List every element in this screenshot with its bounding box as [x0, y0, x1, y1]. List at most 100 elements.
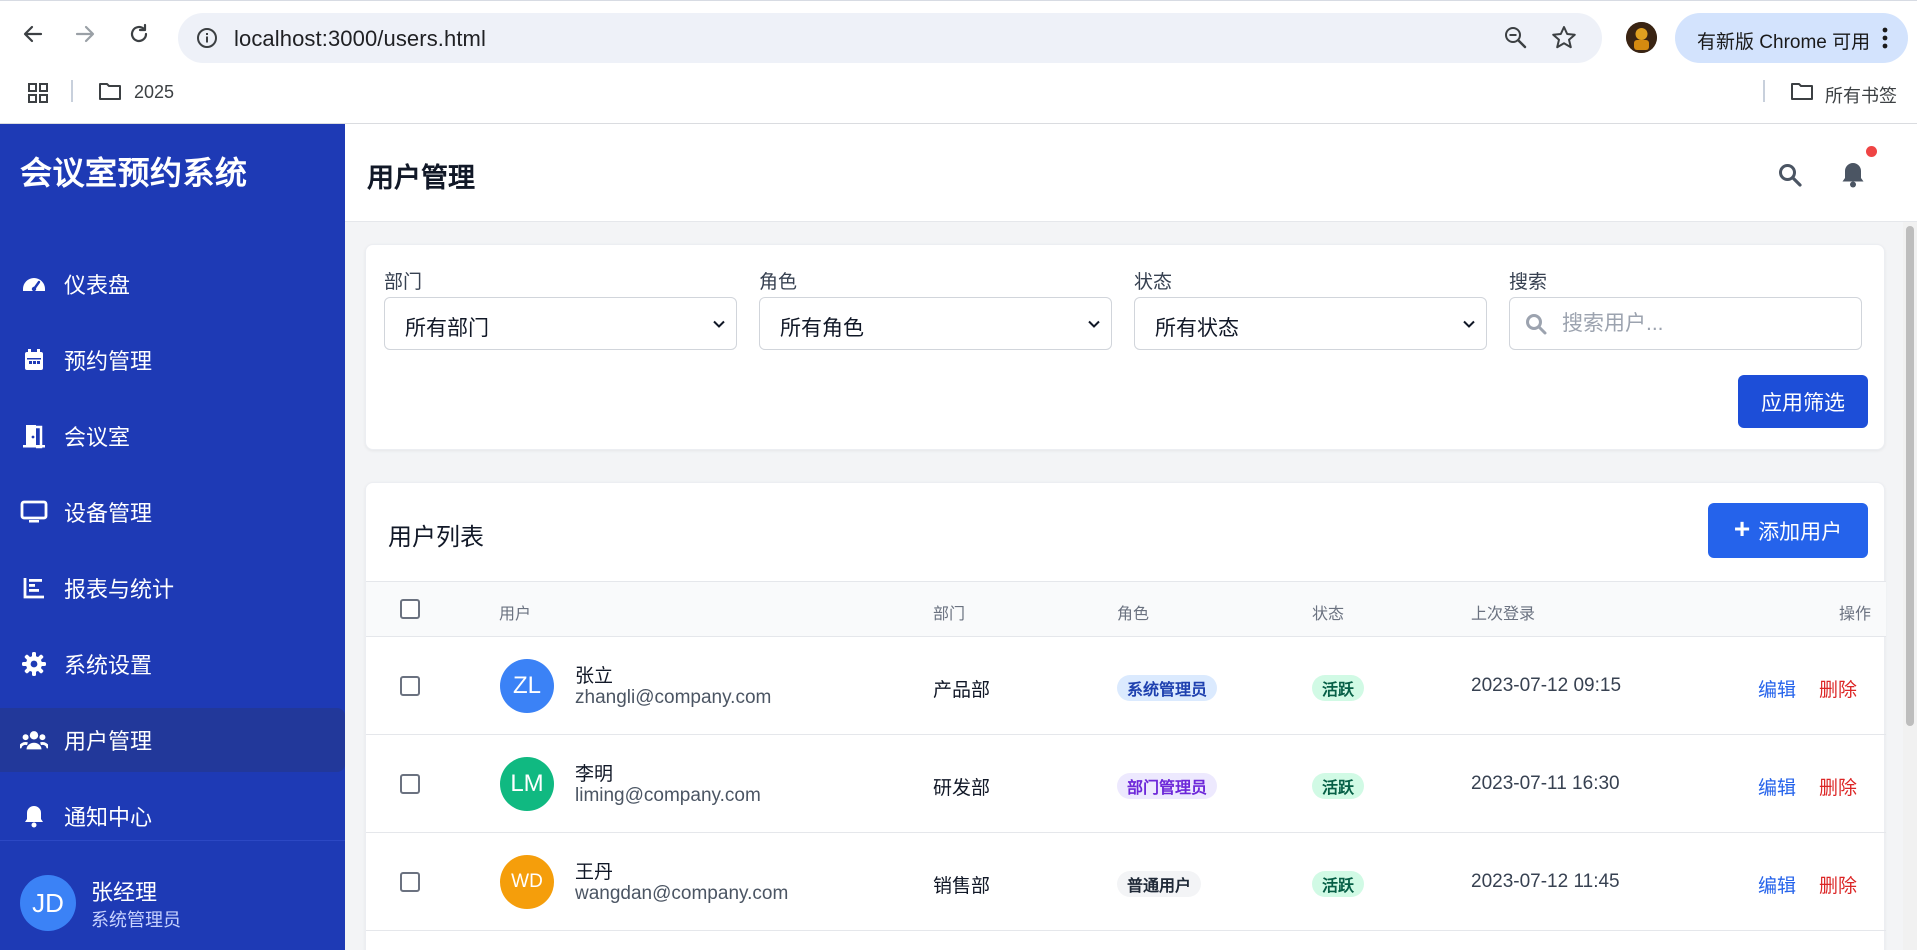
sidebar-item-reports[interactable]: 报表与统计 [0, 556, 345, 620]
avatar: LM [500, 757, 554, 811]
role-filter-label: 角色 [759, 272, 798, 293]
sidebar-item-notifications[interactable]: 通知中心 [0, 784, 345, 848]
url-text[interactable]: localhost:3000/users.html [234, 26, 486, 52]
current-user-role: 系统管理员 [91, 910, 181, 930]
folder-icon[interactable] [98, 81, 122, 101]
browser-toolbar: localhost:3000/users.html 有新版 Chrome 可用 [0, 0, 1917, 72]
edit-link[interactable]: 编辑 [1758, 773, 1796, 800]
users-icon [20, 726, 48, 754]
status-badge: 活跃 [1312, 871, 1365, 897]
add-user-button[interactable]: + 添加用户 [1708, 503, 1868, 558]
user-email: zhangli@company.com [575, 687, 772, 708]
select-all-checkbox[interactable] [400, 599, 420, 619]
table-row: WD 王丹 wangdan@company.com 销售部 普通用户 活跃 20… [366, 833, 1886, 931]
kebab-menu-icon[interactable] [1880, 26, 1890, 50]
department-filter-label: 部门 [384, 272, 423, 293]
apply-filter-button[interactable]: 应用筛选 [1738, 375, 1868, 428]
zoom-icon[interactable] [1503, 25, 1529, 51]
column-header-role: 角色 [1117, 606, 1150, 623]
sidebar-item-label: 仪表盘 [64, 273, 131, 298]
sidebar-item-rooms[interactable]: 会议室 [0, 404, 345, 468]
last-login: 2023-07-12 11:45 [1471, 871, 1620, 892]
calendar-icon [20, 346, 48, 374]
main-content: 用户管理 部门 所有部门 角色 所有角色 状态 所有状态 搜索 搜索用户... … [345, 124, 1917, 950]
sidebar-item-users[interactable]: 用户管理 [0, 708, 345, 772]
sidebar-item-label: 设备管理 [64, 501, 153, 526]
chevron-down-icon [1462, 317, 1476, 331]
chrome-update-button[interactable]: 有新版 Chrome 可用 [1675, 13, 1908, 63]
search-icon[interactable] [1777, 162, 1803, 188]
column-header-actions: 操作 [1839, 606, 1872, 623]
role-badge: 系统管理员 [1117, 675, 1218, 701]
department-select-value: 所有部门 [405, 317, 489, 340]
sidebar-item-equipment[interactable]: 设备管理 [0, 480, 345, 544]
last-login: 2023-07-11 16:30 [1471, 773, 1620, 794]
department-select[interactable]: 所有部门 [384, 297, 737, 350]
gear-icon [20, 650, 48, 678]
apps-grid-icon[interactable] [27, 82, 49, 104]
address-bar[interactable]: localhost:3000/users.html [178, 13, 1602, 63]
user-name: 李明 [575, 764, 614, 785]
bookmark-star-icon[interactable] [1550, 24, 1578, 52]
column-header-status: 状态 [1312, 606, 1345, 623]
column-header-user: 用户 [499, 606, 532, 623]
site-info-icon[interactable] [196, 27, 218, 49]
current-user-name: 张经理 [91, 880, 158, 905]
search-input[interactable] [1562, 306, 1852, 342]
current-user-panel[interactable]: JD 张经理 系统管理员 [0, 840, 345, 950]
user-name: 王丹 [575, 862, 614, 883]
bookmark-separator [71, 80, 73, 102]
notification-bell-icon[interactable] [1840, 160, 1866, 188]
notification-badge [1866, 146, 1877, 157]
chart-icon [20, 574, 48, 602]
avatar: JD [20, 875, 76, 931]
search-filter-label: 搜索 [1509, 272, 1548, 293]
edit-link[interactable]: 编辑 [1758, 871, 1796, 898]
search-icon [1524, 312, 1548, 336]
sidebar-item-bookings[interactable]: 预约管理 [0, 328, 345, 392]
sidebar-item-label: 预约管理 [64, 349, 153, 374]
table-header: 用户 部门 角色 状态 上次登录 操作 [366, 581, 1886, 637]
update-label: 有新版 Chrome 可用 [1697, 32, 1871, 53]
sidebar-item-label: 通知中心 [64, 805, 153, 830]
role-select[interactable]: 所有角色 [759, 297, 1112, 350]
sidebar-item-label: 会议室 [64, 425, 131, 450]
all-bookmarks-folder-icon[interactable] [1790, 81, 1814, 101]
status-filter-label: 状态 [1134, 272, 1173, 293]
user-name: 张立 [575, 666, 614, 687]
chevron-down-icon [712, 317, 726, 331]
bell-icon [20, 802, 48, 830]
profile-avatar[interactable] [1626, 22, 1657, 53]
last-login: 2023-07-12 09:15 [1471, 675, 1622, 696]
row-checkbox[interactable] [400, 676, 420, 696]
status-badge: 活跃 [1312, 675, 1365, 701]
user-list-title: 用户列表 [388, 524, 484, 551]
back-icon[interactable] [18, 19, 48, 49]
delete-link[interactable]: 删除 [1819, 675, 1857, 702]
forward-icon[interactable] [70, 19, 100, 49]
column-header-last-login: 上次登录 [1471, 606, 1536, 623]
status-select[interactable]: 所有状态 [1134, 297, 1487, 350]
reload-icon[interactable] [124, 19, 154, 49]
user-department: 研发部 [933, 778, 991, 799]
sidebar-item-dashboard[interactable]: 仪表盘 [0, 252, 345, 316]
app-title: 会议室预约系统 [20, 155, 248, 191]
page-scrollbar[interactable] [1903, 222, 1917, 950]
plus-icon: + [1733, 512, 1751, 544]
scrollbar-thumb[interactable] [1906, 226, 1914, 726]
all-bookmarks[interactable]: 所有书签 [1825, 82, 1897, 108]
door-icon [20, 422, 48, 450]
avatar: WD [500, 855, 554, 909]
table-row: LM 李明 liming@company.com 研发部 部门管理员 活跃 20… [366, 735, 1886, 833]
delete-link[interactable]: 删除 [1819, 773, 1857, 800]
sidebar-item-label: 系统设置 [64, 653, 153, 678]
bookmark-folder-2025[interactable]: 2025 [134, 82, 174, 103]
search-field[interactable] [1509, 297, 1862, 350]
row-checkbox[interactable] [400, 872, 420, 892]
delete-link[interactable]: 删除 [1819, 871, 1857, 898]
sidebar-item-settings[interactable]: 系统设置 [0, 632, 345, 696]
edit-link[interactable]: 编辑 [1758, 675, 1796, 702]
dashboard-icon [20, 270, 48, 298]
user-department: 销售部 [933, 876, 991, 897]
row-checkbox[interactable] [400, 774, 420, 794]
